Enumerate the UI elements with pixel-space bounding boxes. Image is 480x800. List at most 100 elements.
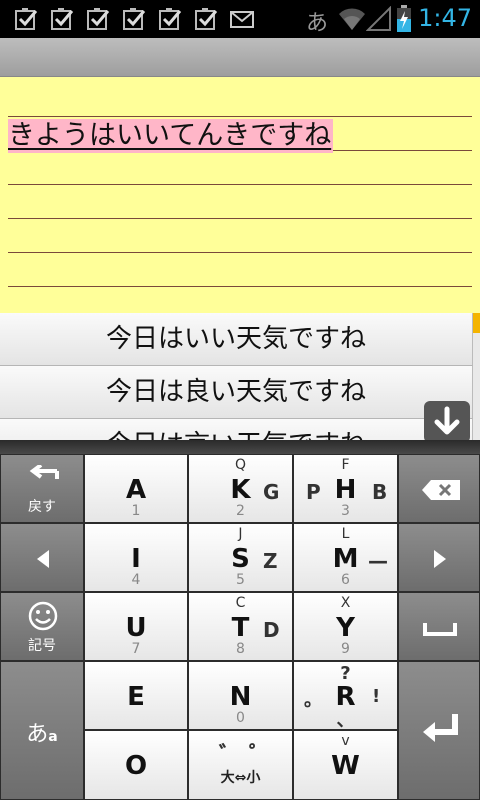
key-top-label: C <box>235 595 246 611</box>
note-rule-line <box>8 218 472 219</box>
clock: 1:47 <box>418 4 472 32</box>
input-mode-key[interactable]: あa <box>0 661 84 800</box>
ime-indicator: あ <box>306 11 329 36</box>
symbol-label: 記号 <box>28 638 56 654</box>
key-main-label: O <box>124 751 148 781</box>
candidate-item[interactable]: 今日はいい天気ですね <box>0 313 473 366</box>
note-rule-line <box>8 252 472 253</box>
key-s[interactable]: J S Z 5 <box>188 523 293 592</box>
key-right-label: G <box>263 480 280 504</box>
key-sub-label: 8 <box>236 641 245 657</box>
key-main-label: A <box>125 475 147 505</box>
key-t[interactable]: C T D 8 <box>188 592 293 661</box>
collapse-candidates-button[interactable] <box>424 401 470 440</box>
key-m[interactable]: L M — 6 <box>293 523 398 592</box>
smiley-icon <box>28 601 58 631</box>
size-toggle-label: 大⇔小 <box>220 770 261 786</box>
key-top-label: F <box>341 457 350 473</box>
candidate-item[interactable]: 今日は良い天気ですね <box>0 366 473 419</box>
note-rule-line <box>8 286 472 287</box>
handakuten-label: ゜ <box>249 743 272 768</box>
checkbox-icon <box>15 8 38 30</box>
note-rule-line <box>8 116 472 117</box>
candidate-item[interactable]: 今日は言い天気ですね <box>0 419 473 440</box>
cursor-right-key[interactable] <box>398 523 480 592</box>
input-mode-label: あ <box>26 722 49 747</box>
key-e[interactable]: E <box>84 661 188 730</box>
key-o[interactable]: O <box>84 730 188 800</box>
symbol-key[interactable]: 記号 <box>0 592 84 661</box>
key-h[interactable]: F P H B 3 <box>293 454 398 523</box>
mail-icon <box>230 11 254 28</box>
key-right-label: ! <box>372 686 381 707</box>
space-icon <box>423 623 457 636</box>
cursor-left-key[interactable] <box>0 523 84 592</box>
key-top-label: v <box>341 733 350 749</box>
arrow-left-icon <box>37 550 49 568</box>
key-top-label: X <box>340 595 351 611</box>
checkbox-icon <box>195 8 218 30</box>
key-main-label: N <box>229 682 252 712</box>
checkbox-icon <box>51 8 74 30</box>
key-right-label: — <box>368 549 388 573</box>
key-sub-label: 9 <box>341 641 350 657</box>
key-main-label: Y <box>336 613 355 643</box>
keyboard: 戻す 記号 あa A 1 Q K G 2 F P H B 3 I 4 J S Z… <box>0 440 480 800</box>
key-r[interactable]: ? 。 R ! 、 <box>293 661 398 731</box>
arrow-right-icon <box>434 550 446 568</box>
key-main-label: E <box>127 682 145 712</box>
backspace-icon <box>422 480 460 500</box>
undo-icon <box>29 465 59 479</box>
status-bar: あ 1:47 <box>0 0 480 38</box>
input-mode-sub-label: a <box>48 729 58 745</box>
action-bar <box>0 38 480 77</box>
checkbox-icon <box>87 8 110 30</box>
key-a[interactable]: A 1 <box>84 454 188 523</box>
key-u[interactable]: U 7 <box>84 592 188 661</box>
key-y[interactable]: X Y 9 <box>293 592 398 661</box>
battery-icon <box>397 5 411 32</box>
wifi-icon <box>339 8 365 30</box>
key-sub-label: 0 <box>236 710 245 726</box>
key-sub-label: 7 <box>131 641 141 657</box>
key-main-label: W <box>331 751 360 781</box>
key-sub-label: 、 <box>336 710 355 731</box>
key-right-label: D <box>263 618 280 642</box>
key-top-label: L <box>341 526 350 542</box>
checkbox-icon <box>159 8 182 30</box>
composing-text[interactable]: きようはいいてんきですね <box>8 119 334 153</box>
key-n[interactable]: N 0 <box>188 661 293 730</box>
enter-key[interactable] <box>398 661 480 800</box>
key-top-label: ? <box>340 663 351 684</box>
key-sub-label: 3 <box>341 503 350 519</box>
key-main-label: I <box>131 544 141 574</box>
key-k[interactable]: Q K G 2 <box>188 454 293 523</box>
key-sub-label: 4 <box>131 572 141 588</box>
dakuten-label: ゛ <box>219 743 242 768</box>
key-sub-label: 6 <box>341 572 350 588</box>
checkbox-icon <box>123 8 146 30</box>
arrow-down-icon <box>434 406 460 435</box>
key-right-label: B <box>372 480 388 504</box>
candidate-list[interactable]: 今日はいい天気ですね 今日は良い天気ですね 今日は言い天気ですね <box>0 313 480 440</box>
undo-key[interactable]: 戻す <box>0 454 84 523</box>
key-top-label: J <box>238 526 243 542</box>
enter-icon <box>423 714 458 742</box>
key-i[interactable]: I 4 <box>84 523 188 592</box>
backspace-key[interactable] <box>398 454 480 523</box>
space-key[interactable] <box>398 592 480 661</box>
signal-icon <box>366 6 391 31</box>
candidate-scrollbar[interactable] <box>473 313 480 333</box>
note-editor[interactable]: きようはいいてんきですね <box>0 77 480 313</box>
dakuten-size-key[interactable]: ゛ ゜ 大⇔小 <box>188 730 293 800</box>
note-rule-line <box>8 184 472 185</box>
key-sub-label: 2 <box>236 503 245 519</box>
keyboard-top-edge <box>0 440 480 454</box>
key-top-label: Q <box>234 457 247 473</box>
undo-label: 戻す <box>28 499 56 515</box>
key-main-label: U <box>125 613 147 643</box>
key-right-label: Z <box>263 549 278 573</box>
key-sub-label: 1 <box>131 503 141 519</box>
key-sub-label: 5 <box>236 572 245 588</box>
key-w[interactable]: v W <box>293 730 398 800</box>
